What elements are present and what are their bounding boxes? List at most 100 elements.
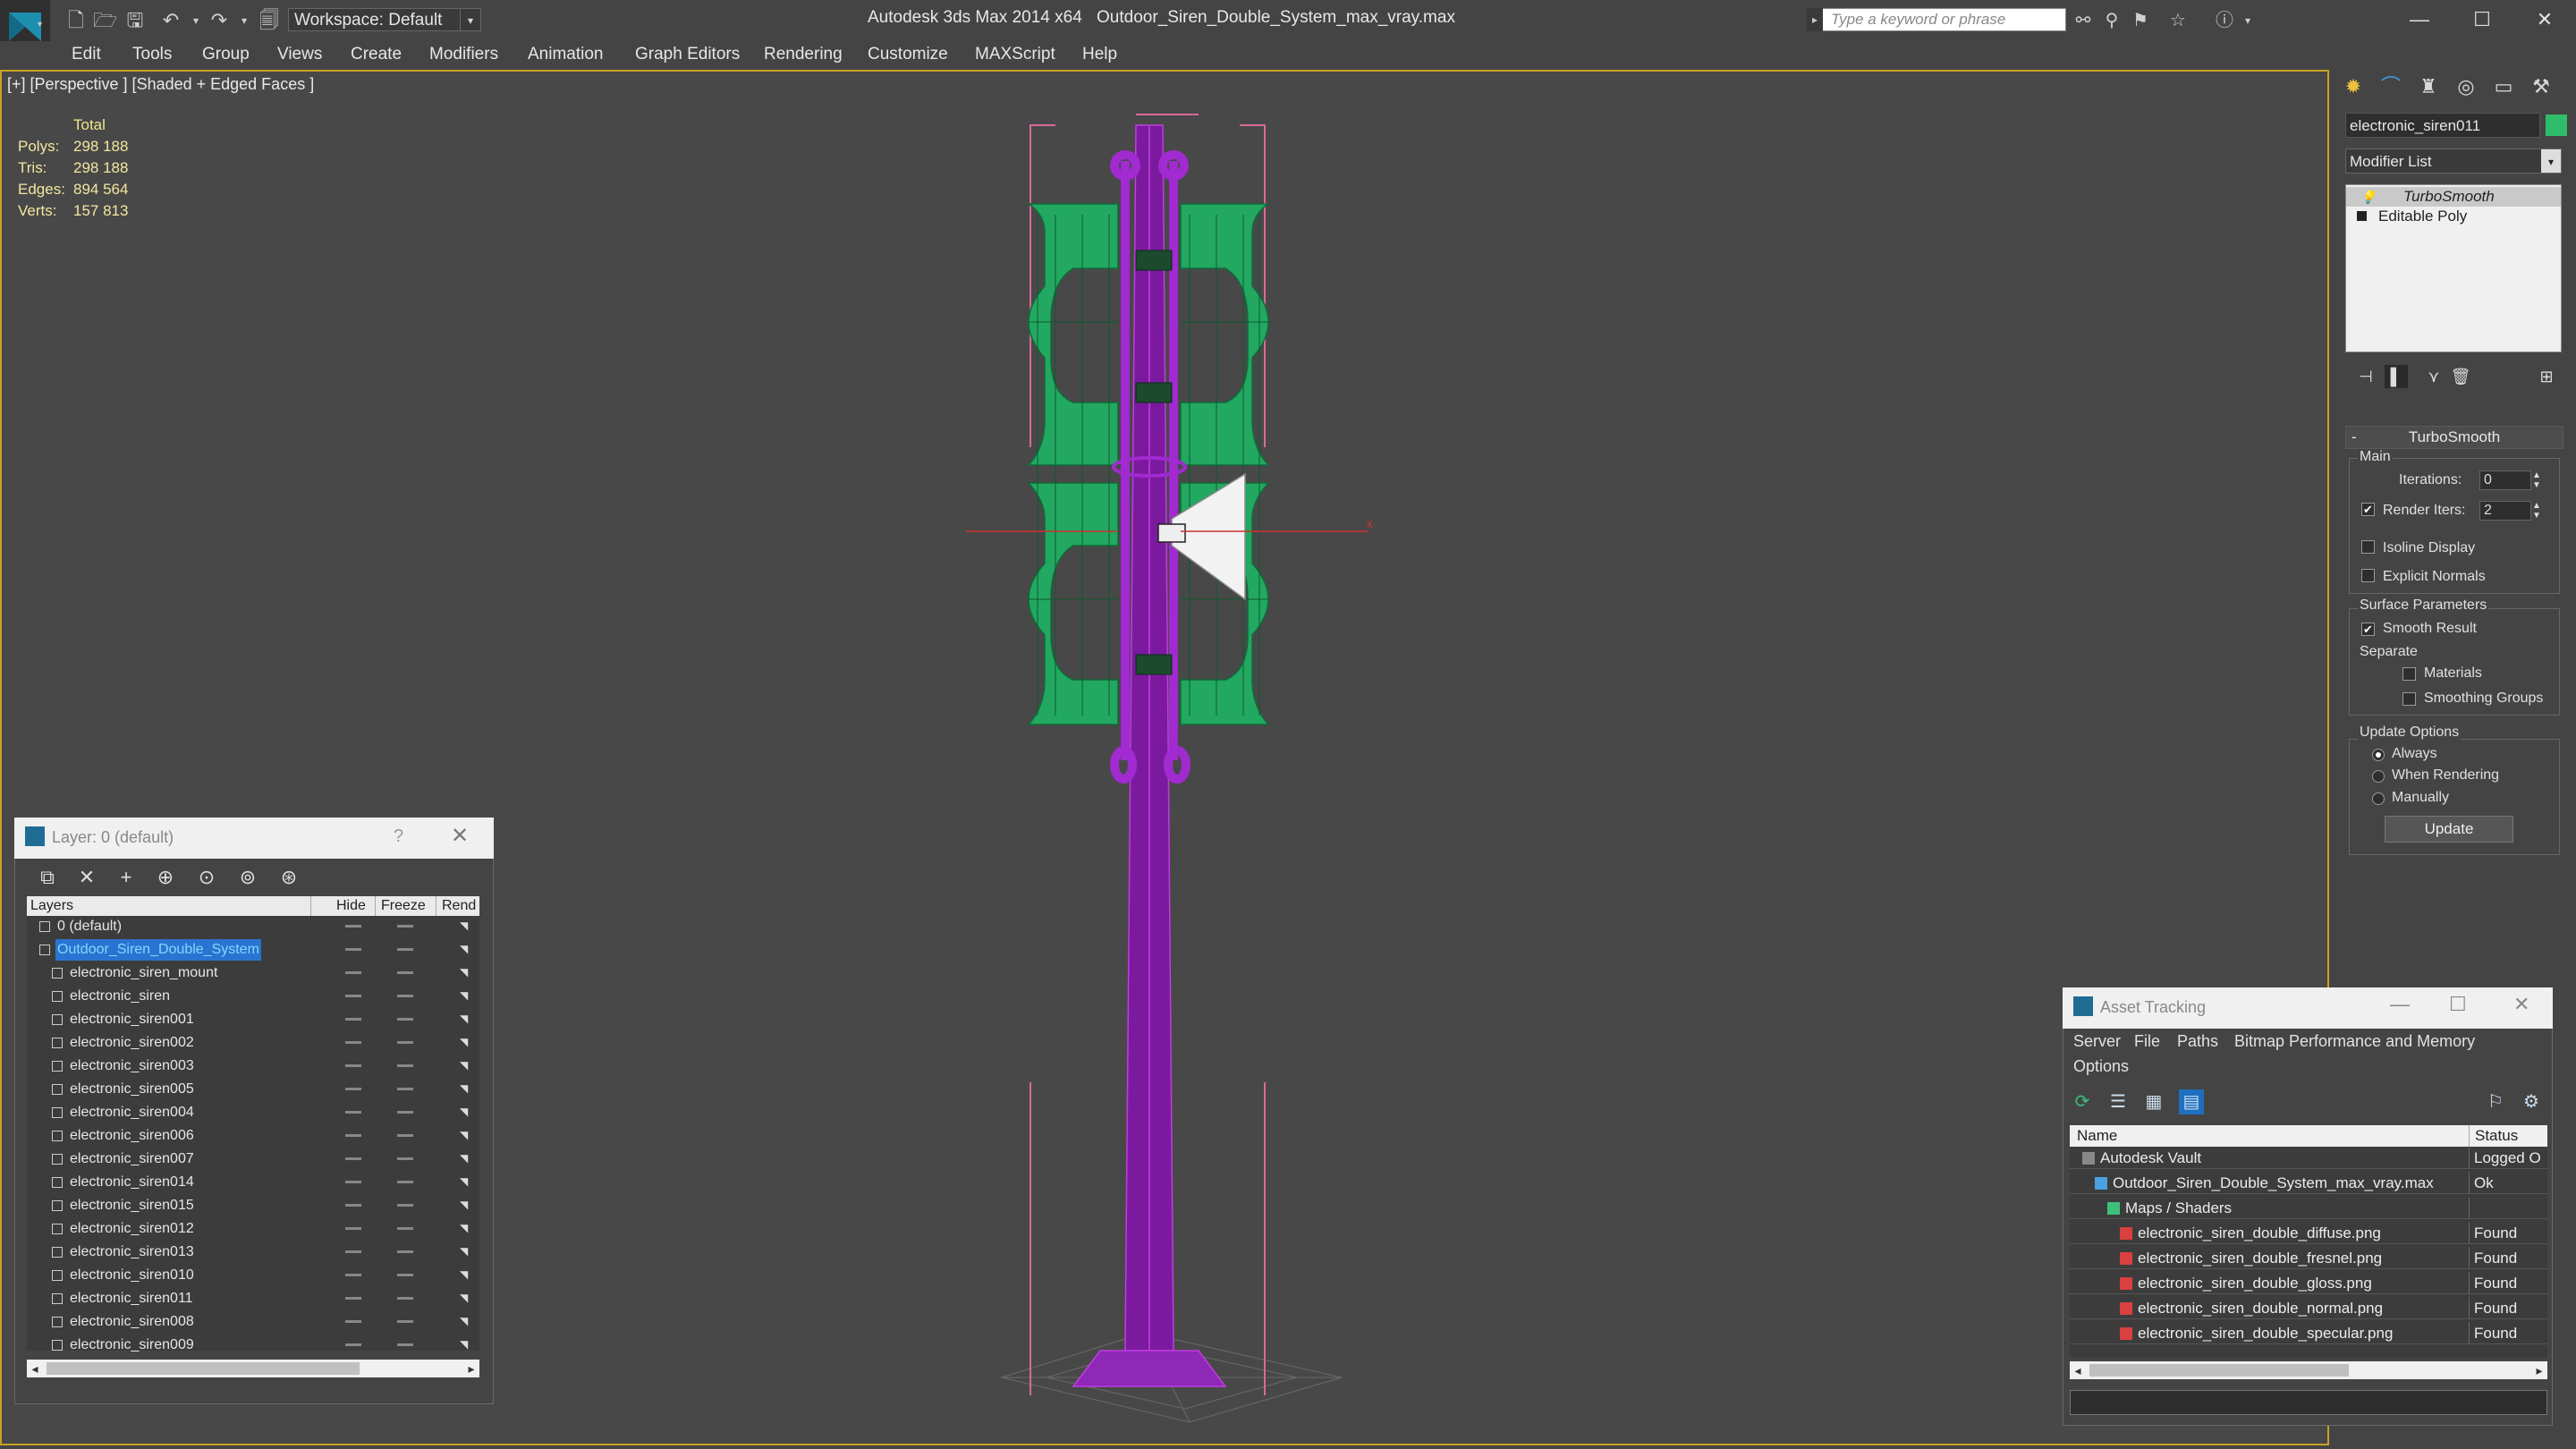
workspace-select[interactable]: Workspace: Default ▾ (288, 8, 481, 31)
object-color-swatch[interactable] (2546, 114, 2567, 136)
hide-toggle[interactable] (345, 1181, 361, 1183)
search-input[interactable]: Type a keyword or phrase (1807, 8, 2066, 31)
layer-row[interactable]: electronic_siren008 ◥ (27, 1311, 479, 1333)
render-teapot-icon[interactable]: ◥ (460, 989, 472, 1002)
when-rendering-radio[interactable] (2372, 770, 2385, 783)
save-file-icon[interactable]: 🖫 (123, 9, 147, 32)
menu-help[interactable]: Help (1082, 45, 1117, 64)
modifier-list-dropdown[interactable]: Modifier List ▾ (2345, 148, 2562, 174)
scroll-thumb[interactable] (2089, 1364, 2349, 1377)
communication-icon[interactable]: ⚑ (2129, 9, 2152, 32)
render-teapot-icon[interactable]: ◥ (460, 1152, 472, 1165)
menu-edit[interactable]: Edit (72, 45, 101, 64)
minimize-button[interactable]: — (2388, 0, 2451, 39)
render-iters-spin-arrows-icon[interactable]: ▲ ▼ (2531, 501, 2542, 521)
smoothing-groups-checkbox[interactable] (2402, 692, 2416, 706)
menu-tools[interactable]: Tools (132, 45, 172, 64)
asset-row[interactable]: electronic_siren_double_specular.png Foun… (2070, 1322, 2547, 1344)
scroll-thumb[interactable] (47, 1362, 360, 1375)
layer-row[interactable]: electronic_siren001 ◥ (27, 1009, 479, 1030)
render-teapot-icon[interactable]: ◥ (460, 1082, 472, 1095)
freeze-toggle[interactable] (397, 995, 413, 997)
asset-menu-options[interactable]: Options (2073, 1057, 2129, 1076)
col-name[interactable]: Name (2077, 1125, 2117, 1147)
asset-menu-server[interactable]: Server (2073, 1032, 2121, 1051)
help-button[interactable]: ? (394, 826, 403, 847)
hide-toggle[interactable] (345, 1274, 361, 1276)
menu-graph-editors[interactable]: Graph Editors (635, 45, 740, 64)
close-icon[interactable]: ✕ (451, 823, 469, 849)
menu-animation[interactable]: Animation (528, 45, 604, 64)
render-teapot-icon[interactable]: ◥ (460, 1036, 472, 1048)
hide-toggle[interactable] (345, 1041, 361, 1044)
layer-row[interactable]: electronic_siren006 ◥ (27, 1125, 479, 1147)
render-teapot-icon[interactable]: ◥ (460, 1292, 472, 1304)
scroll-left-icon[interactable]: ◂ (27, 1360, 43, 1377)
render-teapot-icon[interactable]: ◥ (460, 966, 472, 979)
scroll-right-icon[interactable]: ▸ (2531, 1361, 2547, 1379)
freeze-toggle[interactable] (397, 1297, 413, 1300)
open-file-icon[interactable]: 🗁 (93, 9, 117, 32)
render-teapot-icon[interactable]: ◥ (460, 1059, 472, 1072)
freeze-toggle[interactable] (397, 1111, 413, 1114)
vault-help-icon[interactable]: ⚐ (2483, 1089, 2508, 1114)
freeze-toggle[interactable] (397, 1064, 413, 1067)
render-teapot-icon[interactable]: ◥ (460, 1245, 472, 1258)
freeze-toggle[interactable] (397, 1181, 413, 1183)
asset-row[interactable]: Maps / Shaders (2070, 1197, 2547, 1219)
layer-row[interactable]: electronic_siren014 ◥ (27, 1172, 479, 1193)
layer-row[interactable]: electronic_siren011 ◥ (27, 1288, 479, 1309)
freeze-toggle[interactable] (397, 1157, 413, 1160)
hide-toggle[interactable] (345, 1343, 361, 1346)
freeze-toggle[interactable] (397, 1041, 413, 1044)
hide-toggle[interactable] (345, 1111, 361, 1114)
close-icon[interactable]: ✕ (2513, 993, 2529, 1016)
asset-menu-bitmap-performance[interactable]: Bitmap Performance and Memory (2234, 1032, 2475, 1051)
hide-toggle[interactable] (345, 1088, 361, 1090)
menu-rendering[interactable]: Rendering (764, 45, 843, 64)
render-iters-spinner[interactable]: 2 (2479, 501, 2531, 521)
redo-dropdown-icon[interactable]: ▾ (233, 9, 256, 32)
highlight-selected-layer-icon[interactable]: ⊚ (234, 864, 261, 891)
layer-row[interactable]: electronic_siren015 ◥ (27, 1195, 479, 1216)
explicit-normals-checkbox[interactable] (2361, 569, 2375, 582)
lightbulb-icon[interactable]: 💡 (2360, 187, 2376, 204)
manually-radio[interactable] (2372, 792, 2385, 805)
render-teapot-icon[interactable]: ◥ (460, 1129, 472, 1141)
col-status[interactable]: Status (2469, 1125, 2518, 1147)
create-layer-icon[interactable]: + (113, 864, 140, 891)
viewport-label[interactable]: [+] [Perspective ] [Shaded + Edged Faces… (7, 75, 314, 94)
asset-row[interactable]: Autodesk Vault Logged O (2070, 1147, 2547, 1169)
render-teapot-icon[interactable]: ◥ (460, 1013, 472, 1025)
remove-modifier-icon[interactable]: 🗑 (2449, 365, 2472, 388)
render-teapot-icon[interactable]: ◥ (460, 943, 472, 955)
freeze-toggle[interactable] (397, 1250, 413, 1253)
hide-toggle[interactable] (345, 1204, 361, 1207)
hide-toggle[interactable] (345, 948, 361, 951)
layer-horizontal-scrollbar[interactable]: ◂ ▸ (27, 1360, 479, 1377)
menu-customize[interactable]: Customize (868, 45, 948, 64)
layer-row[interactable]: electronic_siren013 ◥ (27, 1241, 479, 1263)
delete-layer-icon[interactable]: ✕ (73, 864, 100, 891)
asset-menu-paths[interactable]: Paths (2177, 1032, 2218, 1051)
hide-toggle[interactable] (345, 1227, 361, 1230)
render-teapot-icon[interactable]: ◥ (460, 1175, 472, 1188)
hide-unhide-all-icon[interactable]: ⊛ (275, 864, 302, 891)
update-button[interactable]: Update (2385, 816, 2513, 843)
freeze-toggle[interactable] (397, 1134, 413, 1137)
undo-dropdown-icon[interactable]: ▾ (184, 9, 208, 32)
col-render[interactable]: Rend (438, 896, 479, 916)
freeze-toggle[interactable] (397, 1088, 413, 1090)
freeze-toggle[interactable] (397, 971, 413, 974)
asset-menu-file[interactable]: File (2134, 1032, 2160, 1051)
configure-modifier-sets-icon[interactable]: ⊞ (2535, 365, 2558, 388)
undo-icon[interactable]: ↶ (159, 9, 182, 32)
freeze-toggle[interactable] (397, 1227, 413, 1230)
favorites-star-icon[interactable]: ☆ (2166, 9, 2190, 32)
hide-toggle[interactable] (345, 1297, 361, 1300)
layer-row[interactable]: electronic_siren007 ◥ (27, 1148, 479, 1170)
freeze-toggle[interactable] (397, 1204, 413, 1207)
layer-row[interactable]: electronic_siren002 ◥ (27, 1032, 479, 1054)
menu-group[interactable]: Group (202, 45, 250, 64)
render-teapot-icon[interactable]: ◥ (460, 1315, 472, 1327)
